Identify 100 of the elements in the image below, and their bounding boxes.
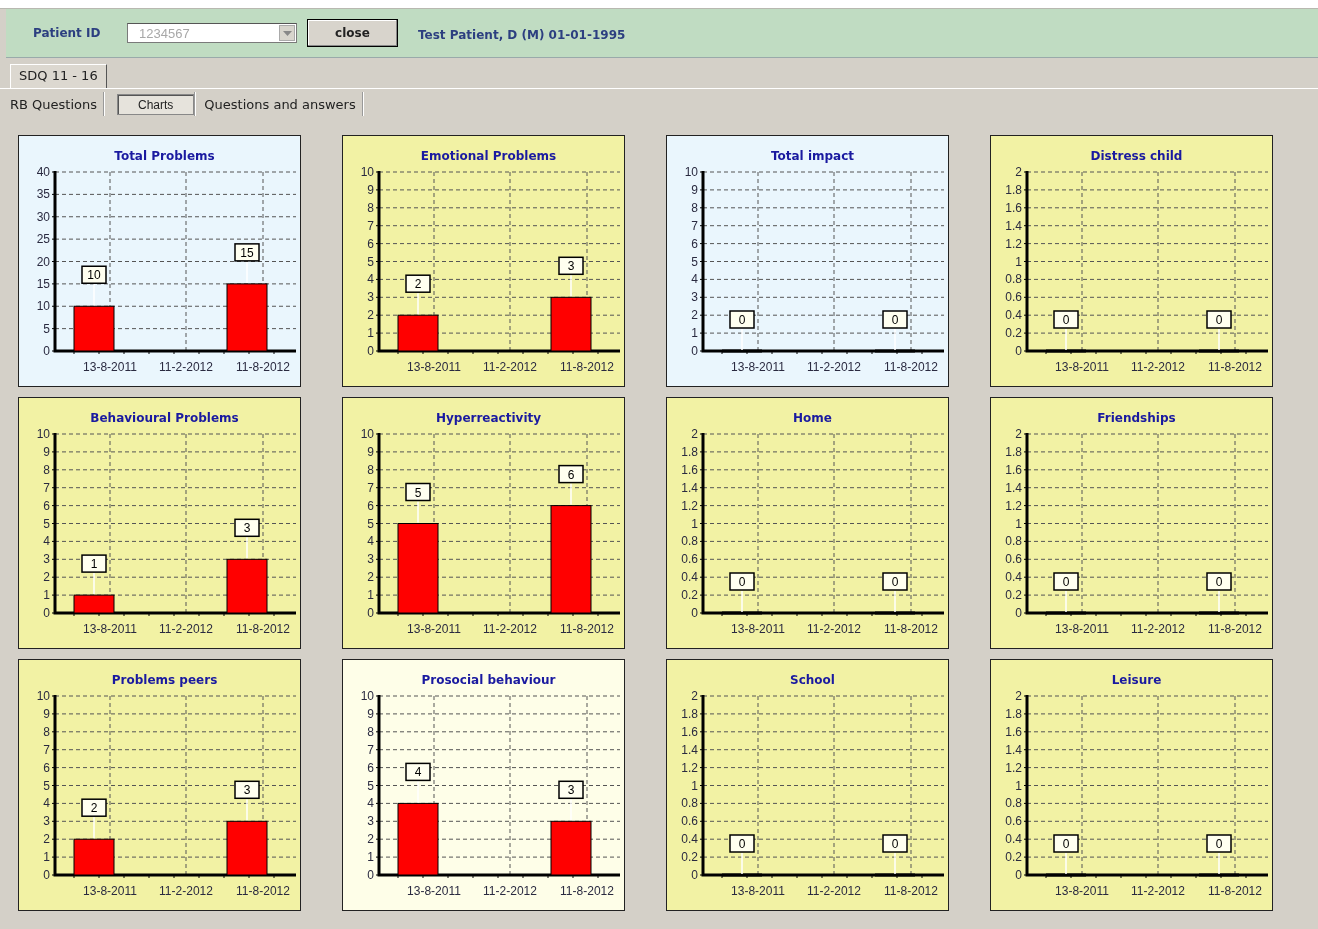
tick-label: 1 <box>367 850 374 865</box>
tick-label: 13-8-2011 <box>83 622 137 636</box>
tick-label: 11-8-2012 <box>236 622 290 636</box>
tick-label: 4 <box>691 272 698 287</box>
tab[interactable]: Questions and answers <box>202 96 362 112</box>
data-label: 10 <box>81 265 107 284</box>
tick-label: 0.8 <box>1005 534 1022 549</box>
tick-label: 13-8-2011 <box>1055 360 1109 374</box>
tick-label: 13-8-2011 <box>731 360 785 374</box>
tick-label: 11-2-2012 <box>159 884 213 898</box>
tick-label: 8 <box>43 462 50 477</box>
data-label: 0 <box>882 572 908 591</box>
tick-label: 4 <box>43 534 50 549</box>
tab[interactable]: Charts <box>117 93 195 115</box>
bar <box>1046 349 1086 353</box>
data-label: 3 <box>558 780 584 800</box>
data-label: 2 <box>90 801 98 816</box>
field-label: Patient ID <box>33 26 102 40</box>
tick-label: 3 <box>691 290 698 305</box>
tick-label: 13-8-2011 <box>407 360 461 374</box>
tick-label: 11-8-2012 <box>560 360 614 374</box>
tick-label: 0 <box>367 344 374 358</box>
tick-label: 5 <box>43 321 50 336</box>
data-label: 0 <box>1062 837 1070 851</box>
tick-label: 1.6 <box>1005 200 1022 215</box>
data-label: 0 <box>1215 837 1223 851</box>
close-button[interactable]: close <box>307 19 398 47</box>
data-label: 0 <box>729 310 755 329</box>
data-label: 5 <box>405 482 431 502</box>
tick-label: 40 <box>36 165 50 179</box>
tick-label: 1.2 <box>1005 498 1022 513</box>
bar <box>1046 873 1086 877</box>
tick-label: 2 <box>1015 427 1022 441</box>
tick-label: 6 <box>43 760 50 775</box>
data-label: 4 <box>414 765 422 780</box>
bar <box>226 283 268 352</box>
tick-label: 1 <box>1015 516 1022 531</box>
tick-label: 1.2 <box>681 498 698 513</box>
chart-title: Total impact <box>770 149 855 163</box>
tick-label: 0 <box>1015 606 1022 620</box>
data-label: 3 <box>567 259 575 274</box>
bar <box>722 873 762 877</box>
data-label: 6 <box>558 464 584 484</box>
tick-label: 0 <box>1015 868 1022 882</box>
tick-label: 0.8 <box>681 796 698 811</box>
data-label: 15 <box>234 243 260 262</box>
tick-label: 1.2 <box>1005 236 1022 251</box>
tick-label: 1.8 <box>1005 706 1022 721</box>
data-label: 10 <box>87 268 101 283</box>
tick-label: 1.2 <box>681 760 698 775</box>
tick-label: 9 <box>43 706 50 721</box>
tick-label: 7 <box>367 480 374 495</box>
bar <box>226 820 268 876</box>
tick-label: 0 <box>691 344 698 358</box>
data-label: 6 <box>567 467 575 482</box>
tick-label: 7 <box>367 742 374 757</box>
tick-label: 0.6 <box>1005 290 1022 305</box>
tick-label: 6 <box>367 760 374 775</box>
tick-label: 11-2-2012 <box>807 622 861 636</box>
data-label: 0 <box>1053 834 1079 853</box>
tick-label: 11-2-2012 <box>159 622 213 636</box>
data-label: 0 <box>1215 313 1223 327</box>
tick-label: 11-8-2012 <box>884 622 938 636</box>
bar <box>1199 349 1239 353</box>
bar <box>1199 873 1239 877</box>
tick-label: 0.4 <box>681 832 698 847</box>
tick-label: 1 <box>367 326 374 341</box>
bar <box>875 873 915 877</box>
tick-label: 1.2 <box>1005 760 1022 775</box>
tab[interactable]: RB Questions <box>8 96 103 112</box>
tab[interactable]: SDQ 11 - 16 <box>10 64 107 88</box>
tick-label: 2 <box>691 689 698 703</box>
tick-label: 0.6 <box>1005 552 1022 567</box>
tick-label: 1 <box>43 850 50 865</box>
tick-label: 4 <box>367 534 374 549</box>
tick-label: 2 <box>43 570 50 585</box>
tick-label: 3 <box>367 290 374 305</box>
tick-label: 10 <box>360 427 374 441</box>
tick-label: 11-8-2012 <box>236 360 290 374</box>
tick-label: 0.8 <box>1005 272 1022 287</box>
data-label: 0 <box>1062 575 1070 589</box>
bar <box>73 838 115 876</box>
tick-label: 6 <box>43 498 50 513</box>
tick-label: 0 <box>43 344 50 358</box>
tick-label: 13-8-2011 <box>1055 884 1109 898</box>
tick-label: 5 <box>43 516 50 531</box>
tick-label: 13-8-2011 <box>407 884 461 898</box>
tick-label: 8 <box>367 200 374 215</box>
tick-label: 0.4 <box>1005 570 1022 585</box>
data-label: 2 <box>405 274 431 293</box>
tick-label: 2 <box>1015 689 1022 703</box>
data-label: 3 <box>243 521 251 536</box>
tick-label: 10 <box>360 689 374 703</box>
tick-label: 1.4 <box>681 480 698 495</box>
tick-label: 11-2-2012 <box>1131 360 1185 374</box>
tick-label: 11-2-2012 <box>807 884 861 898</box>
tick-label: 1 <box>1015 254 1022 269</box>
tick-label: 0 <box>43 868 50 882</box>
tick-label: 4 <box>43 796 50 811</box>
tick-label: 0.2 <box>1005 326 1022 341</box>
